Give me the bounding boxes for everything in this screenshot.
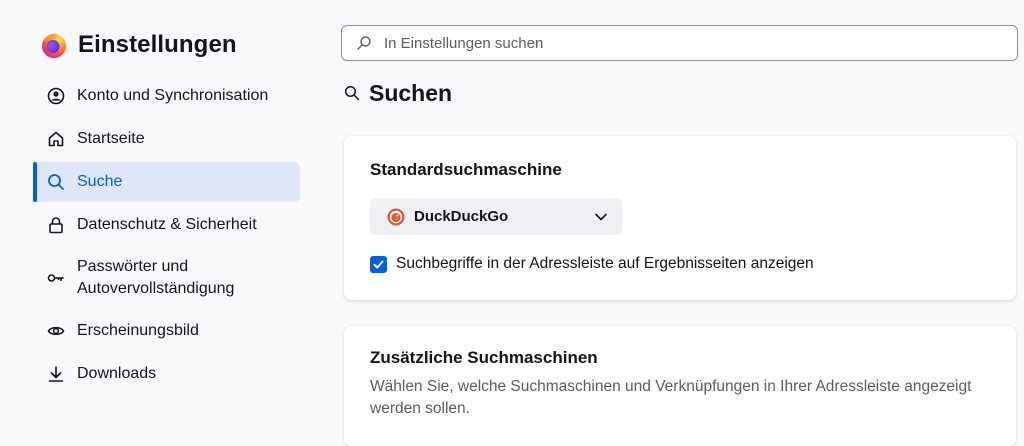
selected-engine-label: DuckDuckGo [414, 208, 509, 225]
chevron-down-icon [595, 213, 607, 221]
sidebar-item-passwoerter[interactable]: Passwörter und Autovervollständigung [33, 248, 300, 308]
settings-search-box[interactable] [341, 25, 1018, 61]
default-engine-title: Standardsuchmaschine [370, 160, 562, 179]
sidebar-item-label: Suche [77, 173, 123, 190]
sidebar-item-label: Datenschutz & Sicherheit [77, 216, 257, 233]
sidebar-item-datenschutz[interactable]: Datenschutz & Sicherheit [33, 205, 300, 245]
lock-icon [47, 216, 65, 234]
sidebar-item-label: Konto und Synchronisation [77, 87, 269, 104]
download-icon [47, 365, 65, 383]
additional-engines-description: Wählen Sie, welche Suchmaschinen und Ver… [370, 378, 972, 417]
sidebar-item-label: Startseite [77, 130, 145, 147]
sidebar-item-label: Passwörter und Autovervollständigung [77, 258, 235, 297]
show-search-terms-label[interactable]: Suchbegriffe in der Adressleiste auf Erg… [396, 255, 814, 273]
settings-search-input[interactable] [382, 33, 982, 53]
search-icon [47, 173, 65, 191]
additional-engines-title: Zusätzliche Suchmaschinen [370, 348, 598, 367]
sidebar-item-konto[interactable]: Konto und Synchronisation [33, 76, 300, 116]
brand: Einstellungen [40, 28, 237, 62]
key-icon [47, 269, 65, 287]
checkmark-icon [373, 260, 384, 268]
section-heading: Suchen [344, 78, 452, 108]
sidebar-item-label: Downloads [77, 365, 157, 382]
sidebar-item-erscheinungsbild[interactable]: Erscheinungsbild [33, 311, 300, 351]
additional-engines-card: Zusätzliche Suchmaschinen Wählen Sie, we… [344, 326, 1016, 446]
default-engine-dropdown[interactable]: DuckDuckGo [370, 198, 622, 235]
show-search-terms-checkbox[interactable] [370, 255, 387, 273]
account-icon [47, 87, 65, 105]
sidebar: Einstellungen Konto und Synchronisation … [0, 0, 320, 409]
sidebar-nav: Konto und Synchronisation Startseite Suc… [33, 76, 300, 397]
search-icon [357, 36, 371, 50]
search-icon [344, 85, 360, 101]
firefox-logo-icon [42, 33, 66, 58]
home-icon [47, 130, 65, 148]
app-title: Einstellungen [78, 31, 237, 58]
sidebar-item-suche[interactable]: Suche [33, 162, 300, 202]
eye-icon [47, 322, 65, 340]
show-search-terms-row: Suchbegriffe in der Adressleiste auf Erg… [370, 254, 814, 274]
duckduckgo-icon [387, 208, 405, 225]
sidebar-item-downloads[interactable]: Downloads [33, 354, 300, 394]
default-engine-card: Standardsuchmaschine DuckDuckGo Suchbegr… [344, 136, 1016, 300]
sidebar-item-label: Erscheinungsbild [77, 322, 199, 339]
page-title: Suchen [369, 79, 453, 106]
sidebar-item-startseite[interactable]: Startseite [33, 119, 300, 159]
